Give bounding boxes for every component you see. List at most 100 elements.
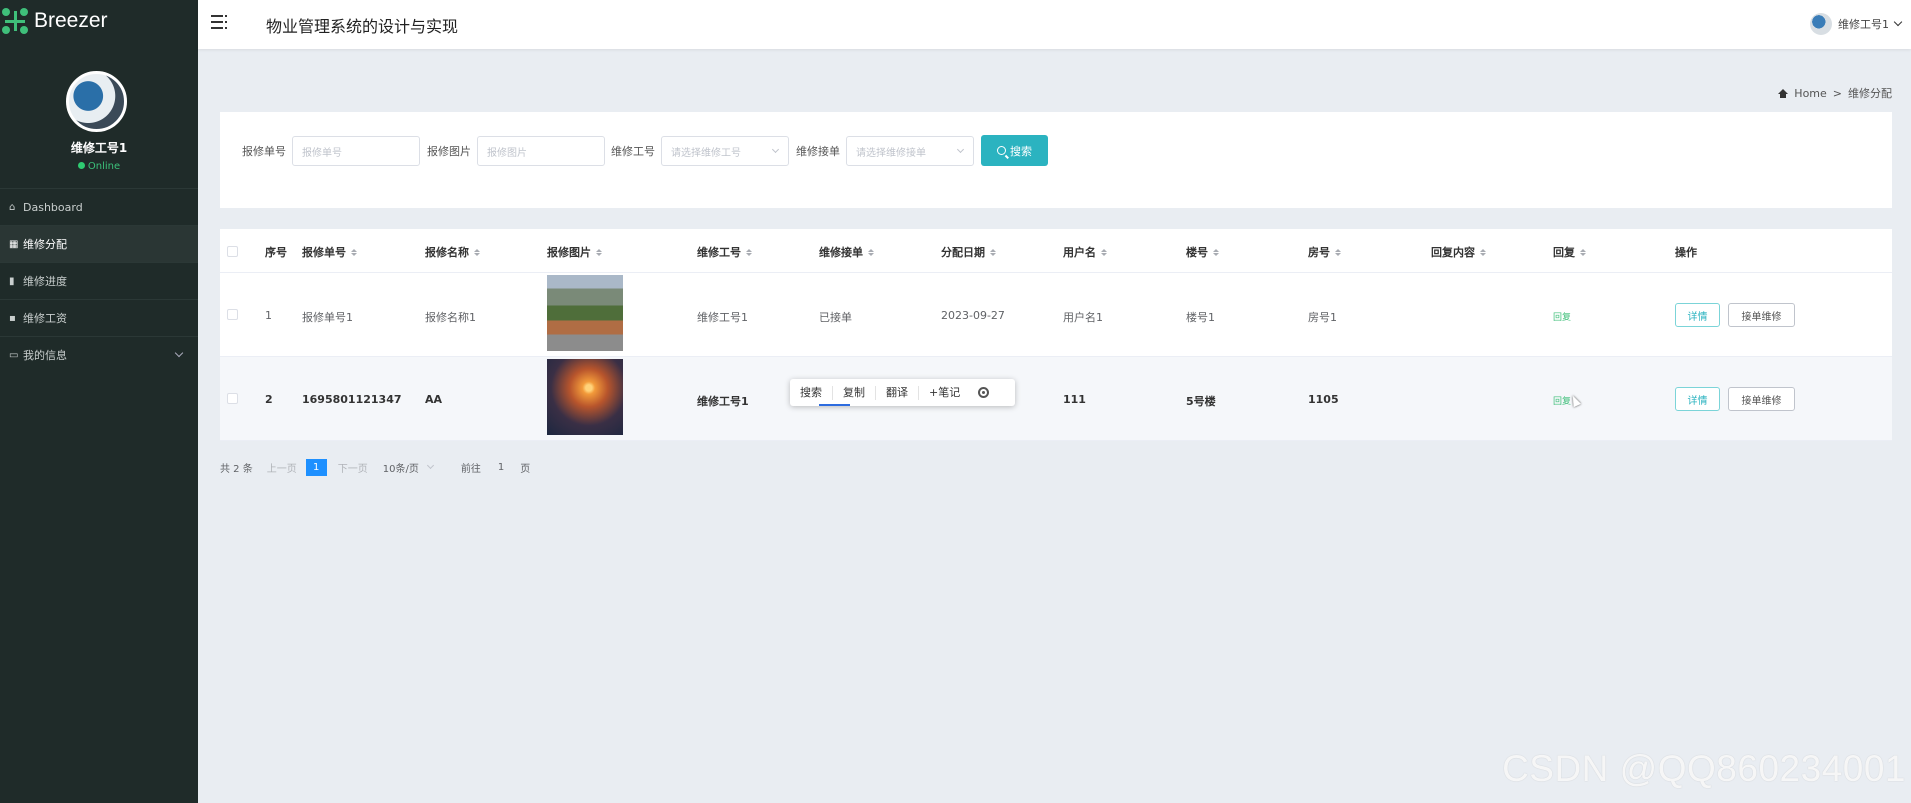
home-icon [1778, 88, 1789, 98]
row-checkbox[interactable] [227, 393, 238, 404]
column-header[interactable]: 报修名称 [425, 244, 480, 260]
image-input[interactable]: 报修图片 [477, 136, 605, 166]
next-page-button[interactable]: 下一页 [338, 460, 368, 475]
cell-building: 5号楼 [1186, 395, 1216, 408]
prev-page-button[interactable]: 上一页 [267, 460, 297, 475]
user-menu[interactable]: 维修工号1 [1810, 13, 1903, 35]
sidebar-item-repair-progress[interactable]: ▮ 维修进度 [0, 262, 198, 299]
gear-icon[interactable] [978, 387, 990, 398]
reply-link[interactable]: 回复 [1553, 394, 1571, 407]
cell-room: 房号1 [1308, 311, 1337, 324]
worker-select[interactable]: 请选择维修工号 [661, 136, 789, 166]
sort-icon[interactable] [474, 248, 480, 256]
sort-icon[interactable] [1580, 248, 1586, 256]
cell-accepted: 已接单 [819, 311, 852, 324]
chevron-down-icon [771, 145, 780, 154]
table-row: 2 1695801121347 AA 维修工号1 111 5号楼 1105 回复… [220, 357, 1892, 441]
column-header[interactable]: 回复内容 [1431, 244, 1486, 260]
field-label: 报修图片 [427, 145, 471, 158]
column-header[interactable]: 房号 [1308, 244, 1341, 260]
sort-icon[interactable] [868, 248, 874, 256]
sort-icon[interactable] [596, 248, 602, 256]
table-row: 1 报修单号1 报修名称1 维修工号1 已接单 2023-09-27 用户名1 … [220, 273, 1892, 357]
column-label: 维修接单 [819, 246, 863, 259]
field-label: 维修工号 [611, 145, 655, 158]
sidebar-item-repair-wage[interactable]: ▪ 维修工资 [0, 299, 198, 336]
watermark: CSDN @QQ860234001 [1502, 748, 1906, 789]
cell-order-no: 报修单号1 [302, 311, 353, 324]
sidebar-menu: ⌂ Dashboard ▦ 维修分配 ▮ 维修进度 ▪ 维修工资 ▭ 我的信息 [0, 188, 198, 373]
column-header[interactable]: 报修图片 [547, 244, 602, 260]
column-header[interactable]: 分配日期 [941, 244, 996, 260]
goto-page-input[interactable]: 1 [498, 462, 504, 473]
column-header[interactable]: 报修单号 [302, 244, 357, 260]
search-field-worker: 维修工号 请选择维修工号 [611, 136, 789, 166]
column-header[interactable]: 楼号 [1186, 244, 1219, 260]
breadcrumb-current: 维修分配 [1848, 87, 1892, 100]
avatar [66, 71, 127, 132]
cell-date: 2023-09-27 [941, 309, 1005, 322]
table-header: 序号 报修单号 报修名称 报修图片 维修工号 维修接单 分配日期 用户名 楼号 … [220, 229, 1892, 273]
sort-icon[interactable] [746, 248, 752, 256]
column-header[interactable]: 用户名 [1063, 244, 1107, 260]
cell-user: 用户名1 [1063, 311, 1103, 324]
sidebar-item-dashboard[interactable]: ⌂ Dashboard [0, 188, 198, 225]
sort-icon[interactable] [1213, 248, 1219, 256]
user-name: 维修工号1 [1838, 18, 1889, 31]
goto-prefix: 前往 [460, 463, 481, 475]
column-label: 分配日期 [941, 246, 985, 259]
popup-search[interactable]: 搜索 [790, 385, 833, 400]
menu-toggle-icon[interactable] [211, 15, 227, 29]
repair-image[interactable] [547, 275, 623, 351]
column-label: 回复 [1553, 246, 1575, 259]
column-header: 操作 [1675, 244, 1697, 260]
detail-button[interactable]: 详情 [1675, 303, 1720, 327]
search-field-order-no: 报修单号 报修单号 [242, 136, 420, 166]
brand[interactable]: Breezer [0, 0, 198, 42]
selection-popup: 搜索 复制 翻译 +笔记 [790, 379, 1015, 406]
sort-icon[interactable] [990, 248, 996, 256]
reply-link[interactable]: 回复 [1553, 310, 1571, 323]
search-button[interactable]: 搜索 [981, 135, 1048, 166]
repair-image[interactable] [547, 359, 623, 435]
order-no-input[interactable]: 报修单号 [292, 136, 420, 166]
placeholder: 请选择维修工号 [671, 147, 741, 159]
row-checkbox[interactable] [227, 309, 238, 320]
popup-copy[interactable]: 复制 [833, 385, 876, 400]
search-icon [997, 146, 1006, 155]
sidebar-item-my-info[interactable]: ▭ 我的信息 [0, 336, 198, 373]
cell-index: 2 [265, 393, 273, 406]
sort-icon[interactable] [1480, 248, 1486, 256]
select-all-checkbox[interactable] [227, 246, 238, 257]
breadcrumb-home[interactable]: Home [1794, 87, 1826, 100]
sort-icon[interactable] [351, 248, 357, 256]
popup-translate[interactable]: 翻译 [876, 385, 919, 400]
sort-icon[interactable] [1101, 248, 1107, 256]
page-size-select[interactable]: 10条/页 [383, 460, 419, 475]
detail-button[interactable]: 详情 [1675, 387, 1720, 411]
sidebar-item-repair-assign[interactable]: ▦ 维修分配 [0, 225, 198, 262]
column-header[interactable]: 维修工号 [697, 244, 752, 260]
sort-icon[interactable] [1335, 248, 1341, 256]
page-1-button[interactable]: 1 [305, 458, 327, 476]
placeholder: 请选择维修接单 [856, 147, 926, 159]
placeholder: 报修图片 [487, 147, 527, 159]
accept-select[interactable]: 请选择维修接单 [846, 136, 974, 166]
popup-note[interactable]: +笔记 [919, 386, 970, 400]
cell-building: 楼号1 [1186, 311, 1215, 324]
column-header[interactable]: 回复 [1553, 244, 1586, 260]
column-header[interactable]: 维修接单 [819, 244, 874, 260]
sidebar-item-label: Dashboard [23, 200, 83, 214]
search-button-label: 搜索 [1010, 144, 1032, 158]
breadcrumb-separator: > [1832, 86, 1842, 100]
take-repair-button[interactable]: 接单维修 [1728, 303, 1795, 327]
home-icon: ⌂ [9, 201, 16, 213]
cell-order-no: 1695801121347 [302, 393, 402, 406]
cell-name: AA [425, 393, 443, 406]
cell-room: 1105 [1308, 393, 1339, 406]
cell-worker: 维修工号1 [697, 311, 748, 324]
app-title: 物业管理系统的设计与实现 [266, 17, 459, 36]
take-repair-button[interactable]: 接单维修 [1728, 387, 1795, 411]
sidebar-item-label: 维修进度 [23, 275, 67, 288]
cell-name: 报修名称1 [425, 311, 476, 324]
